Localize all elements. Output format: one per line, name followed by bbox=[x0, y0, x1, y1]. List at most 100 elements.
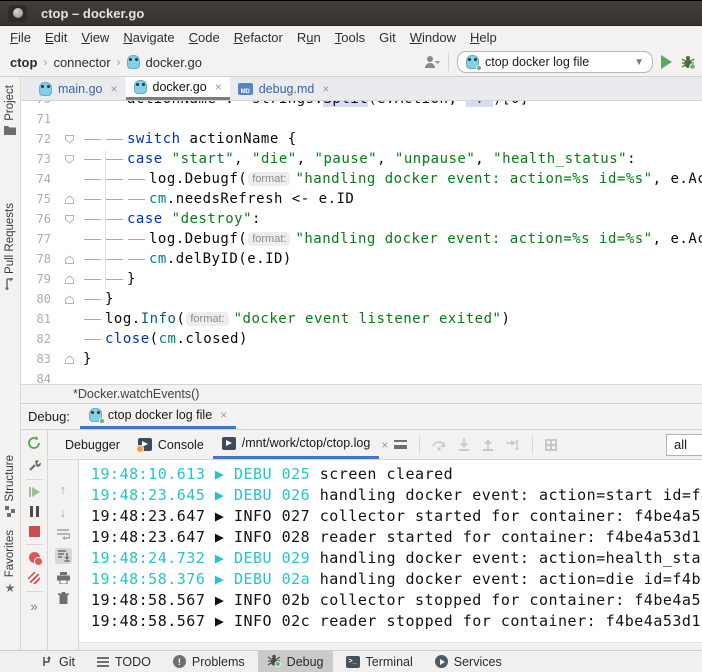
code-line[interactable]: 72switch actionName { bbox=[21, 129, 702, 149]
line-number[interactable]: 79 bbox=[21, 272, 55, 286]
close-icon[interactable]: × bbox=[110, 82, 117, 96]
fold-marker-icon[interactable] bbox=[55, 155, 83, 164]
tab-debugger[interactable]: Debugger bbox=[56, 430, 129, 459]
view-breakpoints-button[interactable] bbox=[29, 552, 40, 563]
tab-docker-go[interactable]: docker.go × bbox=[126, 77, 230, 100]
line-number[interactable]: 80 bbox=[21, 292, 55, 306]
step-out-icon[interactable] bbox=[482, 438, 494, 451]
code-line[interactable]: 82close(cm.closed) bbox=[21, 329, 702, 349]
code-line[interactable]: 83} bbox=[21, 349, 702, 369]
menu-refactor[interactable]: Refactor bbox=[227, 28, 290, 47]
line-number[interactable]: 83 bbox=[21, 352, 55, 366]
resume-button[interactable] bbox=[29, 487, 40, 497]
window-control-button[interactable] bbox=[8, 5, 27, 22]
code-line[interactable]: 81log.Info(format:"docker event listener… bbox=[21, 309, 702, 329]
more-actions-button[interactable]: » bbox=[30, 599, 37, 614]
line-number[interactable]: 78 bbox=[21, 252, 55, 266]
mute-breakpoints-button[interactable] bbox=[28, 572, 40, 584]
close-icon[interactable]: × bbox=[322, 82, 329, 96]
menu-view[interactable]: View bbox=[74, 28, 116, 47]
down-arrow-icon[interactable]: ↓ bbox=[60, 505, 67, 520]
line-number[interactable]: 70 bbox=[21, 101, 55, 106]
menu-git[interactable]: Git bbox=[372, 28, 403, 47]
sidebar-item-project[interactable]: Project bbox=[0, 85, 20, 135]
vcs-user-icon[interactable] bbox=[424, 55, 440, 69]
debug-session-tab[interactable]: ctop docker log file × bbox=[80, 404, 236, 429]
menu-edit[interactable]: Edit bbox=[38, 28, 74, 47]
code-line[interactable]: 76case "destroy": bbox=[21, 209, 702, 229]
code-line[interactable]: 79} bbox=[21, 269, 702, 289]
line-number[interactable]: 73 bbox=[21, 152, 55, 166]
close-icon[interactable]: × bbox=[381, 438, 388, 452]
fold-marker-icon[interactable] bbox=[55, 295, 83, 304]
log-console[interactable]: 19:48:10.613 ▶ DEBU 025 screen cleared19… bbox=[79, 460, 702, 650]
menu-navigate[interactable]: Navigate bbox=[116, 28, 181, 47]
close-icon[interactable]: × bbox=[220, 408, 227, 422]
rerun-button[interactable] bbox=[27, 436, 41, 450]
code-editor[interactable]: 70actionName := strings.Split(e.Action, … bbox=[21, 101, 702, 384]
line-number[interactable]: 74 bbox=[21, 172, 55, 186]
code-line[interactable]: 70actionName := strings.Split(e.Action, … bbox=[21, 101, 702, 109]
toolwindow-debug[interactable]: Debug bbox=[258, 651, 333, 672]
breadcrumb-project[interactable]: ctop bbox=[10, 55, 37, 70]
method-breadcrumb[interactable]: *Docker.watchEvents() bbox=[73, 387, 199, 401]
up-arrow-icon[interactable]: ↑ bbox=[60, 482, 67, 497]
menu-file[interactable]: File bbox=[3, 28, 38, 47]
run-to-cursor-icon[interactable] bbox=[506, 439, 520, 451]
step-over-icon[interactable] bbox=[432, 439, 446, 451]
line-number[interactable]: 72 bbox=[21, 132, 55, 146]
trash-icon[interactable] bbox=[58, 592, 69, 604]
tab-console[interactable]: Console bbox=[129, 430, 213, 459]
toolwindow-problems[interactable]: ! Problems bbox=[164, 651, 254, 672]
tab-debug-md[interactable]: MD debug.md × bbox=[230, 77, 338, 100]
log-filter-select[interactable]: all bbox=[666, 434, 702, 456]
sidebar-item-favorites[interactable]: Favorites ★ bbox=[0, 530, 20, 595]
line-number[interactable]: 76 bbox=[21, 212, 55, 226]
print-icon[interactable] bbox=[57, 572, 70, 584]
menu-window[interactable]: Window bbox=[403, 28, 463, 47]
code-line[interactable]: 73case "start", "die", "pause", "unpause… bbox=[21, 149, 702, 169]
sidebar-item-pull-requests[interactable]: Pull Requests bbox=[0, 203, 20, 290]
line-number[interactable]: 84 bbox=[21, 372, 55, 384]
pause-button[interactable] bbox=[28, 506, 40, 517]
sidebar-item-structure[interactable]: Structure bbox=[0, 455, 20, 517]
step-into-icon[interactable] bbox=[458, 438, 470, 451]
toolwindow-git[interactable]: Git bbox=[32, 651, 84, 672]
stop-button[interactable] bbox=[29, 526, 40, 537]
horizontal-scrollbar[interactable] bbox=[79, 642, 702, 650]
fold-marker-icon[interactable] bbox=[55, 275, 83, 284]
line-number[interactable]: 82 bbox=[21, 332, 55, 346]
fold-marker-icon[interactable] bbox=[55, 255, 83, 264]
toolwindow-todo[interactable]: TODO bbox=[88, 651, 160, 672]
menu-run[interactable]: Run bbox=[290, 28, 328, 47]
tab-log-file[interactable]: /mnt/work/ctop/ctop.log bbox=[213, 430, 380, 459]
code-line[interactable]: 78cm.delByID(e.ID) bbox=[21, 249, 702, 269]
code-line[interactable]: 75cm.needsRefresh <- e.ID bbox=[21, 189, 702, 209]
menu-tools[interactable]: Tools bbox=[328, 28, 372, 47]
line-number[interactable]: 77 bbox=[21, 232, 55, 246]
fold-marker-icon[interactable] bbox=[55, 355, 83, 364]
scroll-to-end-icon[interactable] bbox=[55, 548, 72, 564]
code-line[interactable]: 71 bbox=[21, 109, 702, 129]
breadcrumb-package[interactable]: connector bbox=[53, 55, 110, 70]
toolwindow-terminal[interactable]: >_ Terminal bbox=[337, 651, 422, 672]
line-number[interactable]: 81 bbox=[21, 312, 55, 326]
tab-main-go[interactable]: main.go × bbox=[31, 77, 126, 100]
code-line[interactable]: 74log.Debugf(format:"handling docker eve… bbox=[21, 169, 702, 189]
code-line[interactable]: 80} bbox=[21, 289, 702, 309]
menu-code[interactable]: Code bbox=[182, 28, 227, 47]
run-button[interactable] bbox=[661, 55, 672, 69]
line-number[interactable]: 75 bbox=[21, 192, 55, 206]
line-number[interactable]: 71 bbox=[21, 112, 55, 126]
soft-wrap-icon[interactable] bbox=[56, 528, 70, 540]
evaluate-expression-icon[interactable] bbox=[545, 439, 557, 451]
code-line[interactable]: 77log.Debugf(format:"handling docker eve… bbox=[21, 229, 702, 249]
wrench-icon[interactable] bbox=[28, 459, 41, 472]
fold-marker-icon[interactable] bbox=[55, 135, 83, 144]
code-line[interactable]: 84 bbox=[21, 369, 702, 384]
breadcrumb-file[interactable]: docker.go bbox=[146, 55, 202, 70]
layout-settings-icon[interactable] bbox=[394, 440, 407, 449]
close-icon[interactable]: × bbox=[215, 80, 222, 94]
fold-marker-icon[interactable] bbox=[55, 195, 83, 204]
run-configuration-select[interactable]: ctop docker log file ▼ bbox=[457, 51, 653, 73]
